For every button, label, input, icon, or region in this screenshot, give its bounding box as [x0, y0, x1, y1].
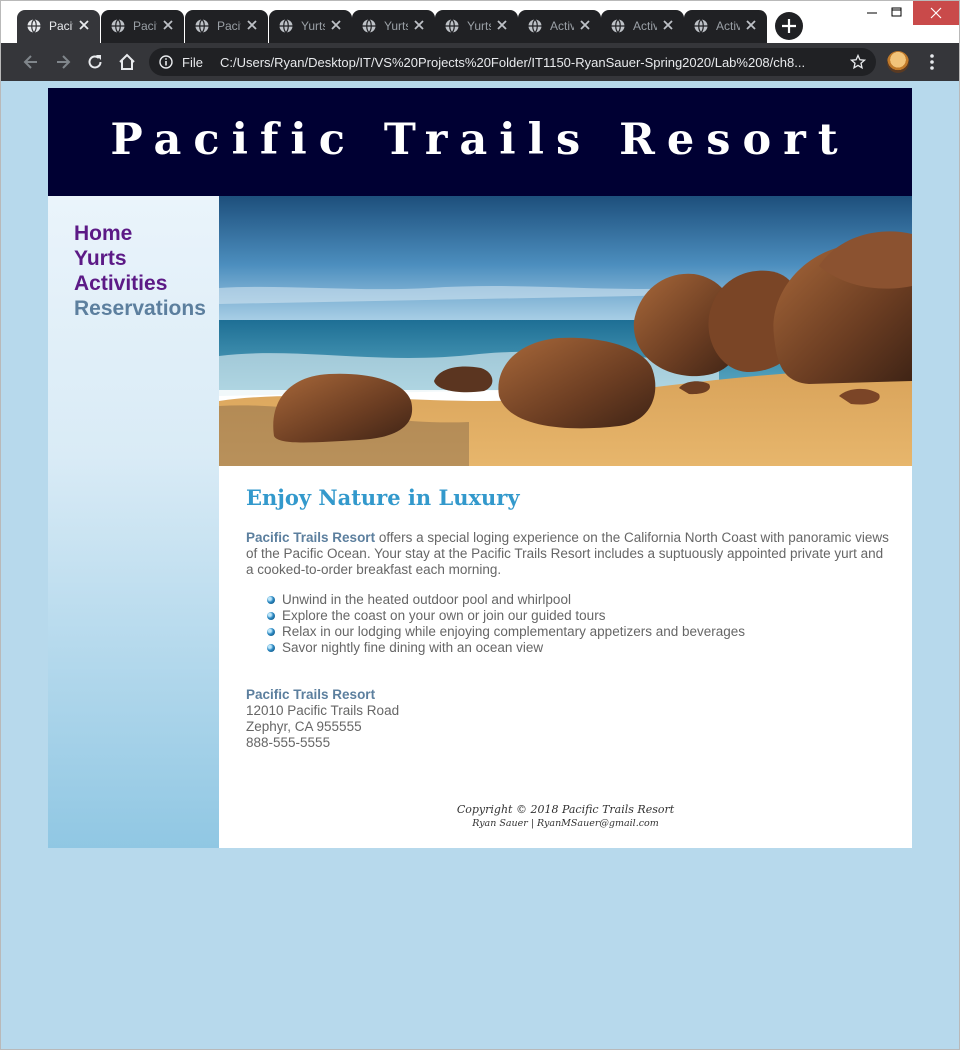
globe-icon [611, 19, 625, 33]
plus-icon [782, 19, 796, 33]
tab-3[interactable]: Pacific Trails Resort [185, 10, 268, 43]
close-icon[interactable] [245, 18, 259, 32]
list-item: Explore the coast on your own or join ou… [246, 608, 745, 624]
nav-link-home[interactable]: Home [74, 222, 132, 246]
address-bar[interactable]: File C:/Users/Ryan/Desktop/IT/VS%20Proje… [149, 48, 876, 76]
url-text[interactable]: C:/Users/Ryan/Desktop/IT/VS%20Projects%2… [220, 55, 836, 70]
bullet-icon [267, 596, 275, 604]
globe-icon [195, 19, 209, 33]
hero-image [219, 196, 912, 466]
close-icon [930, 7, 942, 19]
site-footer: Copyright © 2018 Pacific Trails Resort R… [219, 803, 912, 830]
new-tab-button[interactable] [775, 12, 803, 40]
nav-link-activities[interactable]: Activities [74, 272, 167, 296]
list-item: Savor nightly fine dining with an ocean … [246, 640, 745, 656]
tab-title: Pacific Trails Resort [49, 19, 73, 33]
tab-7[interactable]: Activities [518, 10, 601, 43]
globe-icon [528, 19, 542, 33]
globe-icon [694, 19, 708, 33]
site-title: Pacific Trails Resort [110, 115, 850, 165]
browser-window: Pacific Trails Resort Pacific Trails Res… [0, 0, 960, 1050]
bullet-icon [267, 644, 275, 652]
star-icon[interactable] [850, 54, 866, 70]
nav-link-reservations[interactable]: Reservations [74, 297, 206, 321]
contact-phone: 888-555-5555 [246, 735, 331, 750]
close-icon[interactable] [744, 18, 758, 32]
tab-9[interactable]: Activities [684, 10, 767, 43]
globe-icon [27, 19, 41, 33]
home-icon[interactable] [117, 52, 137, 72]
tab-title: Pacific Trails Resort [133, 19, 157, 33]
close-icon[interactable] [495, 18, 509, 32]
close-icon[interactable] [661, 18, 675, 32]
close-icon[interactable] [161, 18, 175, 32]
info-icon[interactable] [159, 55, 173, 69]
tab-8[interactable]: Activities [601, 10, 684, 43]
bullet-icon [267, 628, 275, 636]
globe-icon [362, 19, 376, 33]
reload-icon[interactable] [85, 52, 105, 72]
tab-title: Activities [633, 19, 657, 33]
list-item: Unwind in the heated outdoor pool and wh… [246, 592, 745, 608]
globe-icon [111, 19, 125, 33]
list-item: Relax in our lodging while enjoying comp… [246, 624, 745, 640]
tab-strip: Pacific Trails Resort Pacific Trails Res… [1, 1, 959, 43]
feature-text: Explore the coast on your own or join ou… [282, 608, 606, 623]
main-content: Enjoy Nature in Luxury Pacific Trails Re… [219, 466, 912, 848]
author-credit[interactable]: Ryan Sauer | RyanMSauer@gmail.com [219, 817, 912, 830]
close-icon[interactable] [77, 18, 91, 32]
tab-title: Yurts [384, 19, 408, 33]
tab-6[interactable]: Yurts [435, 10, 518, 43]
browser-toolbar: File C:/Users/Ryan/Desktop/IT/VS%20Proje… [1, 43, 959, 81]
copyright-text: Copyright © 2018 Pacific Trails Resort [456, 803, 675, 816]
tab-title: Yurts [301, 19, 325, 33]
tab-title: Activities [716, 19, 740, 33]
tab-title: Activities [550, 19, 574, 33]
contact-city: Zephyr, CA 955555 [246, 719, 362, 734]
intro-resort-name: Pacific Trails Resort [246, 530, 376, 545]
tab-5[interactable]: Yurts [352, 10, 435, 43]
tab-title: Pacific Trails Resort [217, 19, 241, 33]
kebab-menu-icon[interactable] [923, 52, 941, 72]
arrow-right-icon[interactable] [53, 52, 73, 72]
feature-text: Unwind in the heated outdoor pool and wh… [282, 592, 571, 607]
tab-2[interactable]: Pacific Trails Resort [101, 10, 184, 43]
avatar[interactable] [887, 51, 909, 73]
close-icon[interactable] [329, 18, 343, 32]
tab-4[interactable]: Yurts [269, 10, 352, 43]
page-heading: Enjoy Nature in Luxury [246, 485, 520, 510]
page-wrapper: Pacific Trails Resort Home Yurts Activit… [48, 88, 912, 848]
close-icon[interactable] [578, 18, 592, 32]
coastal-rocks-photo [219, 196, 912, 466]
nav-link-yurts[interactable]: Yurts [74, 247, 127, 271]
feature-list: Unwind in the heated outdoor pool and wh… [246, 592, 745, 656]
contact-street: 12010 Pacific Trails Road [246, 703, 400, 718]
globe-icon [279, 19, 293, 33]
feature-text: Relax in our lodging while enjoying comp… [282, 624, 746, 639]
scheme-label: File [182, 55, 203, 70]
close-icon[interactable] [412, 18, 426, 32]
arrow-left-icon[interactable] [21, 52, 41, 72]
globe-icon [445, 19, 459, 33]
page-viewport: Pacific Trails Resort Home Yurts Activit… [1, 81, 959, 1049]
contact-name: Pacific Trails Resort [246, 687, 376, 702]
site-nav: Home Yurts Activities Reservations [48, 196, 219, 848]
window-close-button[interactable] [913, 1, 959, 25]
site-header: Pacific Trails Resort [48, 88, 912, 196]
tab-title: Yurts [467, 19, 491, 33]
intro-paragraph: Pacific Trails Resort offers a special l… [246, 530, 891, 578]
bullet-icon [267, 612, 275, 620]
tab-1[interactable]: Pacific Trails Resort [17, 10, 100, 43]
contact-block: Pacific Trails Resort 12010 Pacific Trai… [246, 687, 399, 751]
feature-text: Savor nightly fine dining with an ocean … [282, 640, 544, 655]
